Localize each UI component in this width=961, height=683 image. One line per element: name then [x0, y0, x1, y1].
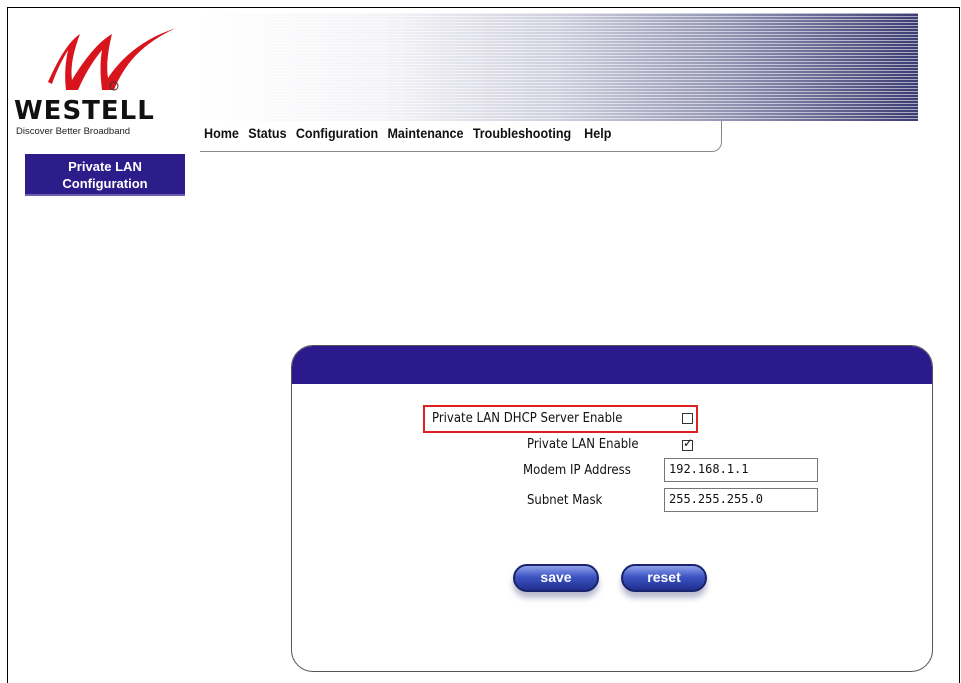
- lan-enable-checkbox[interactable]: [682, 436, 693, 451]
- sidebar-item-label-line1: Private LAN: [68, 159, 142, 174]
- nav-configuration[interactable]: Configuration: [296, 126, 378, 141]
- reset-button[interactable]: reset: [621, 564, 707, 592]
- subnet-mask-label: Subnet Mask: [527, 493, 603, 508]
- sidebar-item-label-line2: Configuration: [62, 176, 148, 191]
- panel-header-bar: [292, 346, 932, 384]
- top-nav: Home Status Configuration Maintenance Tr…: [200, 121, 722, 152]
- westell-logo: WESTELL Discover Better Broadband: [14, 20, 184, 145]
- header-banner: [200, 13, 918, 121]
- lan-enable-label: Private LAN Enable: [527, 437, 639, 452]
- brand-name: WESTELL: [14, 96, 155, 126]
- nav-home[interactable]: Home: [204, 126, 239, 141]
- brand-tagline: Discover Better Broadband: [16, 126, 131, 137]
- westell-w-logo-icon: [48, 28, 176, 91]
- dhcp-server-enable-label: Private LAN DHCP Server Enable: [432, 411, 623, 426]
- sidebar-item-private-lan-configuration[interactable]: Private LAN Configuration: [25, 154, 185, 196]
- nav-troubleshooting[interactable]: Troubleshooting: [473, 126, 571, 141]
- save-button[interactable]: save: [513, 564, 599, 592]
- nav-status[interactable]: Status: [248, 126, 286, 141]
- dhcp-server-enable-checkbox[interactable]: [682, 413, 693, 424]
- nav-help[interactable]: Help: [584, 126, 611, 141]
- config-panel: [291, 345, 933, 672]
- modem-ip-input[interactable]: 192.168.1.1: [664, 458, 818, 482]
- nav-maintenance[interactable]: Maintenance: [387, 126, 463, 141]
- modem-ip-label: Modem IP Address: [523, 463, 631, 478]
- subnet-mask-input[interactable]: 255.255.255.0: [664, 488, 818, 512]
